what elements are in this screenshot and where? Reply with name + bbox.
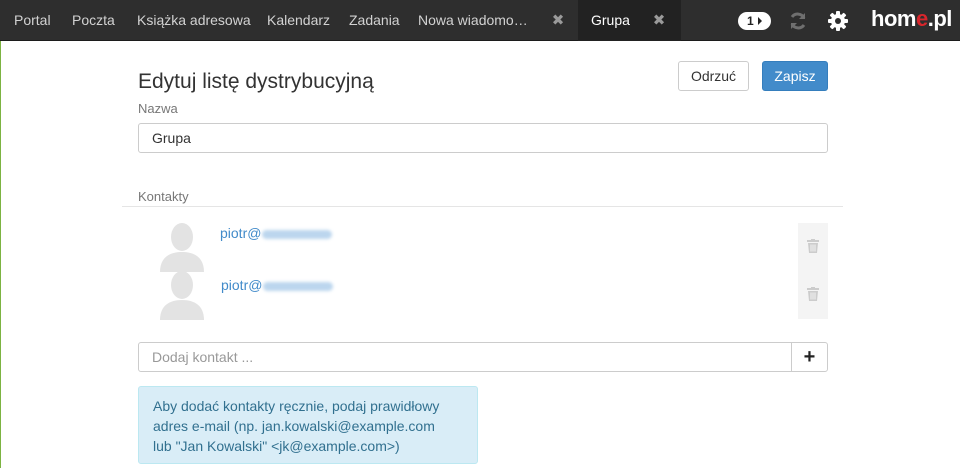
contact-row: piotr@ <box>138 270 828 320</box>
name-label: Nazwa <box>138 101 178 116</box>
tab-new-message[interactable]: Nowa wiadomo… <box>418 0 528 41</box>
contact-email-text: piotr@ <box>221 277 263 293</box>
hint-line: adres e-mail (np. jan.kowalski@example.c… <box>153 418 435 434</box>
hint-line: lub "Jan Kowalski" <jk@example.com>) <box>153 438 400 454</box>
name-input[interactable] <box>138 123 828 153</box>
refresh-icon[interactable] <box>787 10 809 32</box>
nav-item-calendar[interactable]: Kalendarz <box>267 0 330 41</box>
add-contact-input[interactable] <box>138 342 792 372</box>
hint-line: Aby dodać kontakty ręcznie, podaj prawid… <box>153 398 440 414</box>
brand-text-right: .pl <box>927 6 953 31</box>
add-contact-button[interactable]: + <box>791 342 828 372</box>
brand-logo[interactable]: home.pl <box>871 6 952 32</box>
contact-row: piotr@ <box>138 222 828 272</box>
caret-right-icon <box>758 17 762 25</box>
brand-text-accent: e <box>915 6 928 31</box>
redacted-domain <box>263 281 334 291</box>
brand-text-left: hom <box>871 6 916 31</box>
nav-item-address-book[interactable]: Książka adresowa <box>137 0 251 41</box>
cancel-button[interactable]: Odrzuć <box>678 61 749 91</box>
redacted-domain <box>262 229 333 239</box>
nav-item-portal[interactable]: Portal <box>14 0 51 41</box>
contacts-divider <box>122 206 843 207</box>
contact-email-text: piotr@ <box>220 225 262 241</box>
plus-icon: + <box>803 346 816 368</box>
contact-email-link[interactable]: piotr@ <box>220 225 333 241</box>
delete-contact-button[interactable] <box>798 223 828 271</box>
nav-item-tasks[interactable]: Zadania <box>349 0 400 41</box>
close-icon[interactable]: ✖ <box>650 0 668 41</box>
contacts-label: Kontakty <box>138 189 189 204</box>
tab-group[interactable]: Grupa <box>591 0 630 41</box>
user-avatar-icon <box>160 222 204 272</box>
trash-icon <box>807 239 819 253</box>
hint-box: Aby dodać kontakty ręcznie, podaj prawid… <box>138 386 478 464</box>
user-avatar-icon <box>160 270 204 320</box>
badge-count: 1 <box>747 14 754 28</box>
save-button[interactable]: Zapisz <box>762 61 828 91</box>
close-icon[interactable]: ✖ <box>549 0 567 41</box>
delete-contact-button[interactable] <box>798 271 828 319</box>
left-accent-edge <box>0 41 1 468</box>
notification-badge[interactable]: 1 <box>738 12 771 30</box>
contact-email-link[interactable]: piotr@ <box>221 277 334 293</box>
trash-icon <box>807 287 819 301</box>
nav-item-poczta[interactable]: Poczta <box>72 0 115 41</box>
gear-icon[interactable] <box>827 10 849 32</box>
page-title: Edytuj listę dystrybucyjną <box>138 70 374 93</box>
top-navigation-bar: Portal Poczta Książka adresowa Kalendarz… <box>0 0 960 41</box>
